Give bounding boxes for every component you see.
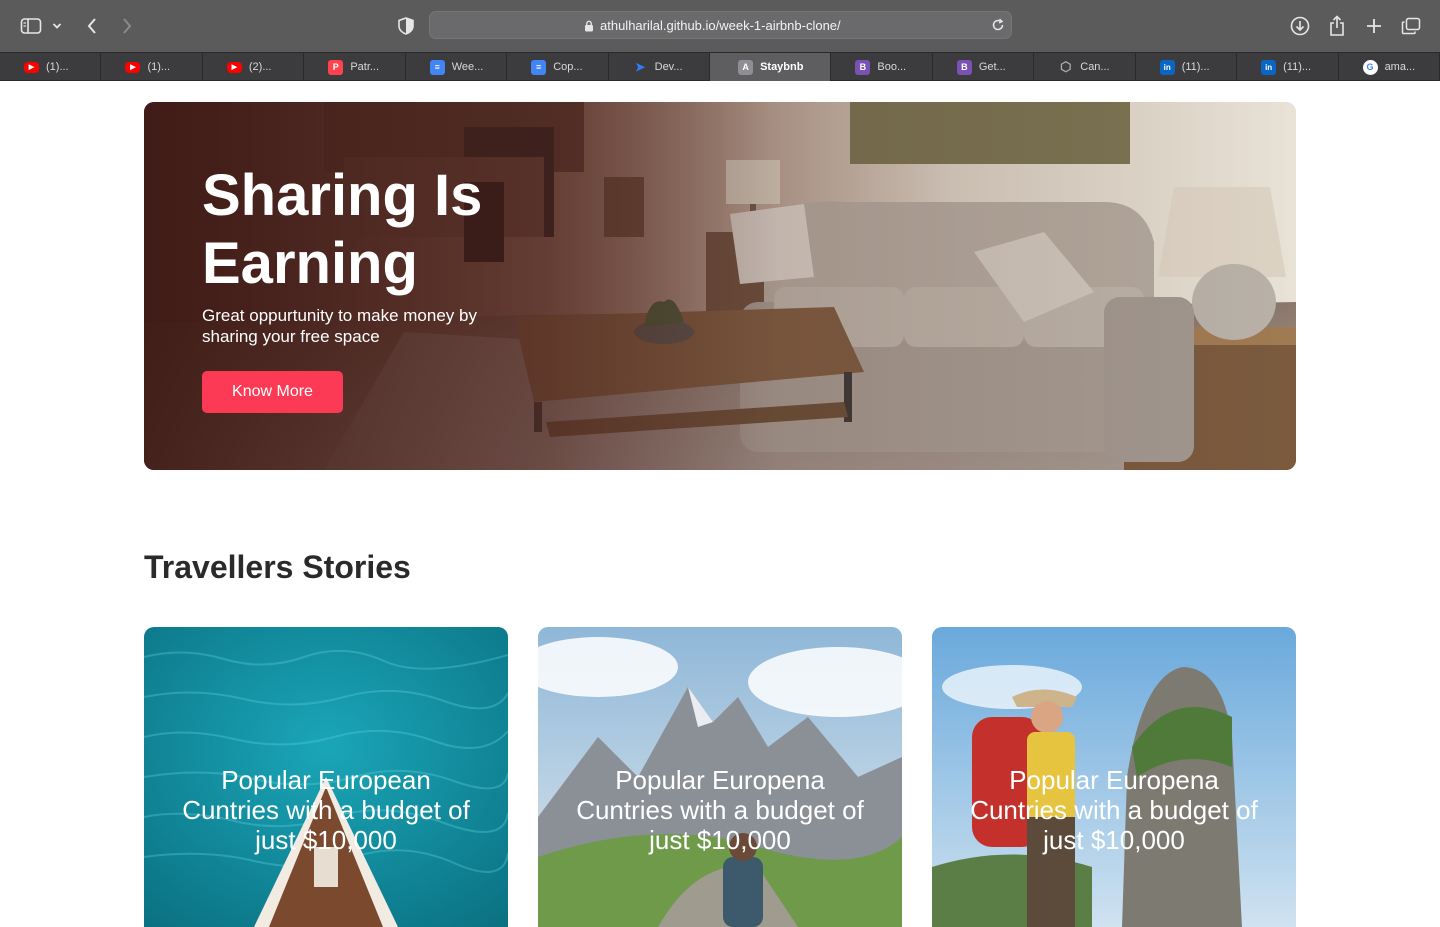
story-card-title: Popular European Cuntries with a budget … <box>182 765 470 855</box>
address-bar[interactable]: athulharilal.github.io/week-1-airbnb-clo… <box>429 11 1012 39</box>
privacy-shield-icon[interactable] <box>393 13 419 39</box>
story-card-title: Popular Europena Cuntries with a budget … <box>970 765 1258 855</box>
story-card[interactable]: Popular European Cuntries with a budget … <box>144 627 508 927</box>
browser-tab-label: Wee... <box>451 61 484 73</box>
browser-tab-label: (1)... <box>147 61 171 73</box>
youtube-icon: ▶ <box>125 61 141 73</box>
browser-tab[interactable]: in (11)... <box>1136 53 1238 81</box>
tab-bar: ▶ (1)... ▶ (1)... ▶ (2)... P Patr... ≡ Wee... ≡ Cop… <box>0 52 1440 81</box>
share-icon[interactable] <box>1324 13 1350 39</box>
tab-overview-icon[interactable] <box>1398 13 1424 39</box>
browser-tab-label: Dev... <box>654 61 683 73</box>
new-tab-icon[interactable] <box>1361 13 1387 39</box>
browser-tab-label: Can... <box>1080 61 1110 73</box>
browser-tab-label: Boo... <box>877 61 907 73</box>
browser-tab-label: Patr... <box>350 61 380 73</box>
bootstrap-icon: B <box>855 59 871 75</box>
browser-toolbar: athulharilal.github.io/week-1-airbnb-clo… <box>0 0 1440 52</box>
linkedin-icon: in <box>1159 59 1175 75</box>
browser-tab-label: (2)... <box>248 61 272 73</box>
story-card[interactable]: Popular Europena Cuntries with a budget … <box>538 627 902 927</box>
browser-tab[interactable]: B Boo... <box>831 53 933 81</box>
browser-tab-label: Cop... <box>553 61 583 73</box>
back-icon[interactable] <box>79 13 105 39</box>
google-docs-icon: ≡ <box>429 59 445 75</box>
browser-tab[interactable]: ⬡ Can... <box>1034 53 1136 81</box>
youtube-icon: ▶ <box>226 61 242 73</box>
browser-tab[interactable]: A Staybnb <box>710 53 832 81</box>
reload-icon[interactable] <box>991 18 1005 32</box>
browser-tab[interactable]: B Get... <box>933 53 1035 81</box>
forward-icon[interactable] <box>114 13 140 39</box>
hero-subtitle: Great oppurtunity to make money by shari… <box>202 306 477 346</box>
lock-icon <box>585 20 593 32</box>
browser-tab[interactable]: ≡ Cop... <box>507 53 609 81</box>
youtube-icon: ▶ <box>24 61 39 73</box>
browser-tab-label: (1)... <box>46 61 69 73</box>
know-more-button[interactable]: Know More <box>202 371 343 413</box>
browser-tab[interactable]: ▶ (1)... <box>0 53 102 81</box>
url-text: athulharilal.github.io/week-1-airbnb-clo… <box>600 18 841 33</box>
browser-tab[interactable]: ▶ (1)... <box>101 53 203 81</box>
cube-icon: ⬡ <box>1060 59 1072 74</box>
google-docs-icon: ≡ <box>531 59 547 75</box>
letter-a-icon: A <box>738 59 754 75</box>
browser-tab[interactable]: ▶ (2)... <box>203 53 305 81</box>
section-title: Travellers Stories <box>144 549 411 585</box>
browser-tab[interactable]: P Patr... <box>304 53 406 81</box>
browser-tab[interactable]: ≡ Wee... <box>406 53 508 81</box>
browser-tab[interactable]: in (11)... <box>1237 53 1339 81</box>
story-card[interactable]: Popular Europena Cuntries with a budget … <box>932 627 1296 927</box>
hero-banner: Sharing Is Earning Great oppurtunity to … <box>144 102 1296 470</box>
bootstrap-icon: B <box>956 59 972 75</box>
dev-icon: ➤ <box>635 60 646 74</box>
patreon-icon: P <box>328 59 344 75</box>
downloads-icon[interactable] <box>1287 13 1313 39</box>
sidebar-toggle-icon[interactable] <box>18 13 44 39</box>
chevron-down-icon[interactable] <box>47 13 67 39</box>
story-card-title: Popular Europena Cuntries with a budget … <box>576 765 864 855</box>
hero-title: Sharing Is Earning <box>202 163 483 296</box>
browser-tab-label: Get... <box>978 61 1006 73</box>
browser-tab[interactable]: Gama... <box>1339 53 1440 81</box>
linkedin-icon: in <box>1261 59 1277 75</box>
browser-tab[interactable]: ➤ Dev... <box>609 53 711 81</box>
browser-tab-label: (11)... <box>1283 61 1312 73</box>
browser-tab-label: Staybnb <box>760 61 804 73</box>
browser-tab-label: (11)... <box>1181 61 1210 73</box>
browser-tab-label: ama... <box>1384 61 1416 73</box>
google-icon: G <box>1362 59 1378 75</box>
